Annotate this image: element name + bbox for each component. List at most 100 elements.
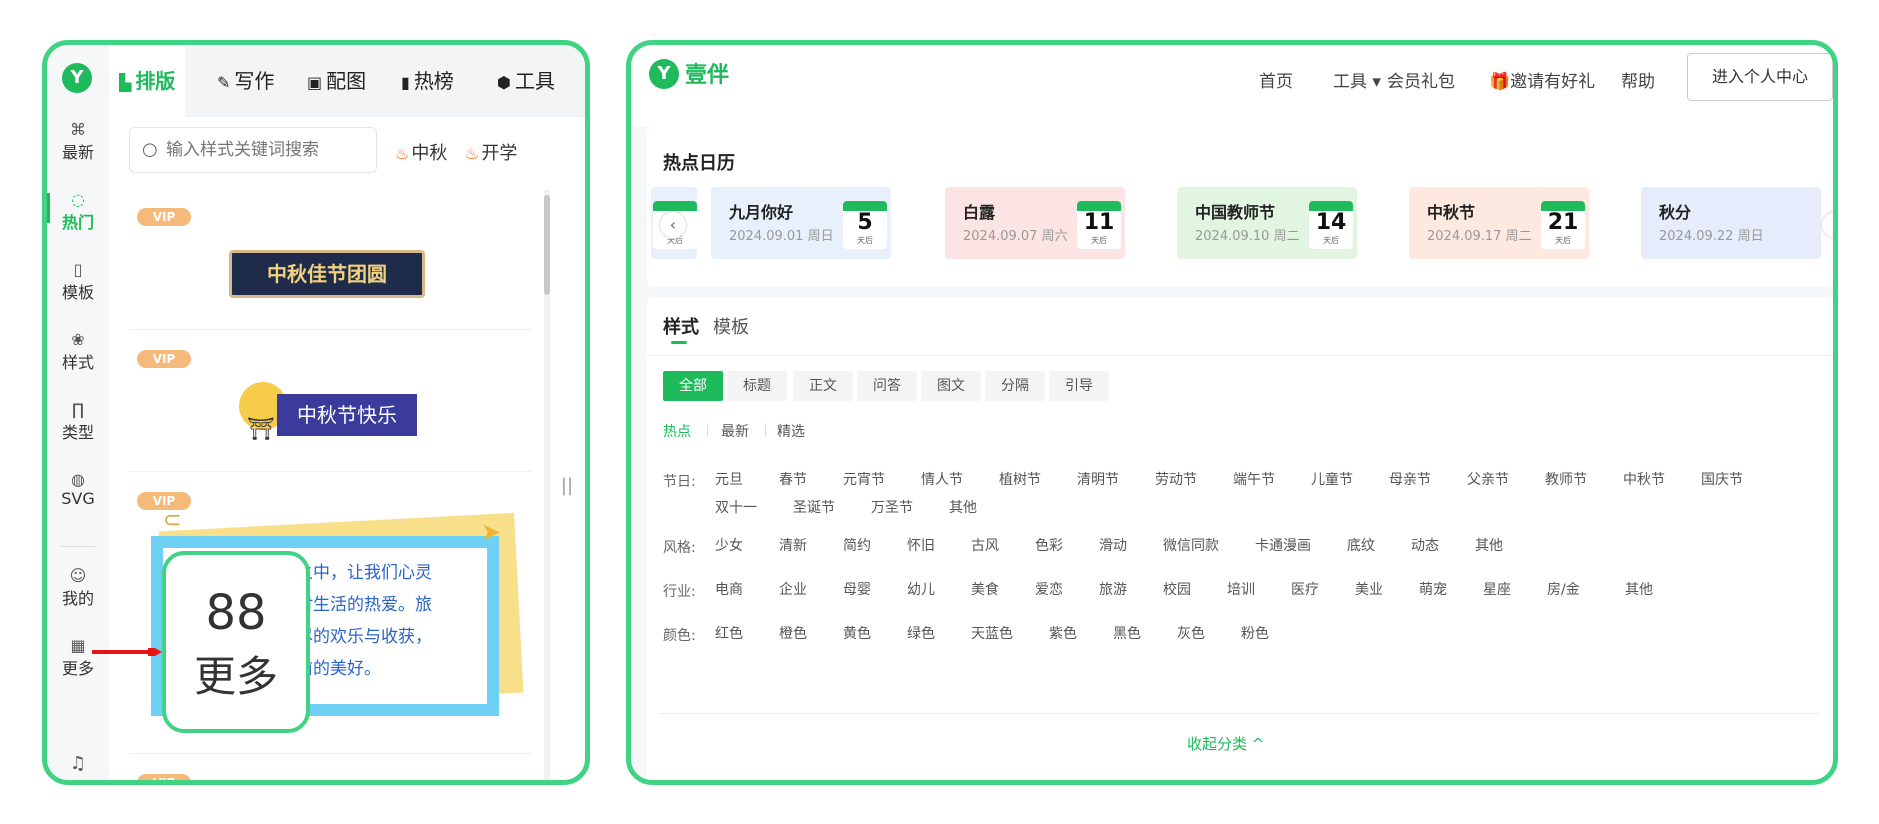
- brand-name[interactable]: 壹伴: [685, 57, 729, 89]
- category-item[interactable]: 春节: [779, 469, 807, 489]
- category-item[interactable]: 双十一: [715, 497, 757, 517]
- category-item[interactable]: 底纹: [1347, 535, 1375, 555]
- category-item[interactable]: 黄色: [843, 623, 871, 643]
- filter-chip-0[interactable]: 全部: [663, 371, 723, 401]
- style-card-1[interactable]: VIP 中秋佳节团圆: [129, 190, 531, 330]
- category-item[interactable]: 旅游: [1099, 579, 1127, 599]
- category-item[interactable]: 粉色: [1241, 623, 1269, 643]
- category-item[interactable]: 少女: [715, 535, 743, 555]
- category-item[interactable]: 橙色: [779, 623, 807, 643]
- calendar-item-5[interactable]: 秋分 2024.09.22 周日: [1641, 187, 1821, 259]
- style-card-2[interactable]: VIP 中秋节快乐 ⛩: [129, 332, 531, 472]
- category-item[interactable]: 美食: [971, 579, 999, 599]
- filter-chip-3[interactable]: 问答: [857, 371, 917, 401]
- rail-item-1[interactable]: ◌ 热门: [47, 191, 109, 233]
- category-item[interactable]: 电商: [715, 579, 743, 599]
- category-item[interactable]: 幼儿: [907, 579, 935, 599]
- category-item[interactable]: 动态: [1411, 535, 1439, 555]
- filter-chip-5[interactable]: 分隔: [985, 371, 1045, 401]
- category-item[interactable]: 黑色: [1113, 623, 1141, 643]
- subtab-2[interactable]: 精选: [777, 421, 805, 441]
- tab-1[interactable]: ✎ 写作: [217, 45, 274, 117]
- rail-item-6[interactable]: ☺ 我的: [47, 567, 109, 609]
- nav-item-3[interactable]: 🎁邀请有好礼: [1489, 67, 1595, 92]
- category-item[interactable]: 爱恋: [1035, 579, 1063, 599]
- category-item[interactable]: 滑动: [1099, 535, 1127, 555]
- filter-chip-4[interactable]: 图文: [921, 371, 981, 401]
- category-item[interactable]: 父亲节: [1467, 469, 1509, 489]
- category-item[interactable]: 星座: [1483, 579, 1511, 599]
- tab-2[interactable]: ▣ 配图: [307, 45, 366, 117]
- category-item[interactable]: 微信同款: [1163, 535, 1219, 555]
- category-item[interactable]: 端午节: [1233, 469, 1275, 489]
- category-item[interactable]: 植树节: [999, 469, 1041, 489]
- category-item[interactable]: 其他: [949, 497, 977, 517]
- rail-item-4[interactable]: ∏ 类型: [47, 401, 109, 443]
- category-item[interactable]: 清新: [779, 535, 807, 555]
- category-item[interactable]: 其他: [1625, 579, 1653, 599]
- category-item[interactable]: 清明节: [1077, 469, 1119, 489]
- tab-template[interactable]: 模板: [713, 313, 749, 339]
- category-item[interactable]: 万圣节: [871, 497, 913, 517]
- nav-item-2[interactable]: 会员礼包: [1387, 67, 1455, 92]
- category-item[interactable]: 国庆节: [1701, 469, 1743, 489]
- category-item[interactable]: 美业: [1355, 579, 1383, 599]
- style-card-4[interactable]: VIP: [129, 756, 531, 780]
- tab-3[interactable]: ▮ 热榜: [401, 45, 454, 117]
- calendar-item-4[interactable]: 中秋节 2024.09.17 周二 21 天后: [1409, 187, 1589, 259]
- category-item[interactable]: 紫色: [1049, 623, 1077, 643]
- calendar-item-1[interactable]: 九月你好 2024.09.01 周日 5 天后: [711, 187, 891, 259]
- category-item[interactable]: 灰色: [1177, 623, 1205, 643]
- nav-item-1[interactable]: 工具 ▾: [1333, 67, 1381, 92]
- category-item[interactable]: 圣诞节: [793, 497, 835, 517]
- category-item[interactable]: 古风: [971, 535, 999, 555]
- hot-tag-1[interactable]: ♨ 开学: [465, 139, 517, 165]
- style-search[interactable]: ○: [129, 127, 377, 173]
- subtab-0[interactable]: 热点: [663, 421, 691, 441]
- tab-4[interactable]: ⬢ 工具: [497, 45, 555, 117]
- category-item[interactable]: 怀旧: [907, 535, 935, 555]
- calendar-next-button[interactable]: ›: [1821, 211, 1833, 239]
- category-item[interactable]: 培训: [1227, 579, 1255, 599]
- category-item[interactable]: 中秋节: [1623, 469, 1665, 489]
- subtab-1[interactable]: 最新: [721, 421, 749, 441]
- search-input[interactable]: [166, 136, 366, 164]
- category-item[interactable]: 母亲节: [1389, 469, 1431, 489]
- collapse-categories-button[interactable]: 收起分类 ^: [1187, 733, 1264, 754]
- calendar-prev-button[interactable]: ‹: [659, 211, 687, 239]
- rail-item-3[interactable]: ❀ 样式: [47, 331, 109, 373]
- category-item[interactable]: 企业: [779, 579, 807, 599]
- category-item[interactable]: 元宵节: [843, 469, 885, 489]
- hot-tag-0[interactable]: ♨ 中秋: [395, 139, 447, 165]
- category-item[interactable]: 医疗: [1291, 579, 1319, 599]
- nav-item-4[interactable]: 帮助: [1621, 67, 1655, 92]
- rail-item-5[interactable]: ◍ SVG: [47, 471, 109, 509]
- calendar-item-2[interactable]: 白露 2024.09.07 周六 11 天后: [945, 187, 1125, 259]
- brand-logo-icon[interactable]: Y: [649, 59, 679, 89]
- rail-item-0[interactable]: ⌘ 最新: [47, 121, 109, 163]
- category-item[interactable]: 母婴: [843, 579, 871, 599]
- category-item[interactable]: 红色: [715, 623, 743, 643]
- category-item[interactable]: 元旦: [715, 469, 743, 489]
- filter-chip-1[interactable]: 标题: [727, 371, 787, 401]
- category-item[interactable]: 劳动节: [1155, 469, 1197, 489]
- category-item[interactable]: 卡通漫画: [1255, 535, 1311, 555]
- category-item[interactable]: 其他: [1475, 535, 1503, 555]
- category-item[interactable]: 儿童节: [1311, 469, 1353, 489]
- headset-icon[interactable]: ♫: [47, 753, 109, 774]
- filter-chip-6[interactable]: 引导: [1049, 371, 1109, 401]
- category-item[interactable]: 情人节: [921, 469, 963, 489]
- category-item[interactable]: 教师节: [1545, 469, 1587, 489]
- enter-user-center-button[interactable]: 进入个人中心: [1687, 53, 1833, 101]
- rail-item-7[interactable]: ▦ 更多: [47, 637, 109, 679]
- nav-item-0[interactable]: 首页: [1259, 67, 1293, 92]
- tab-style[interactable]: 样式: [663, 313, 699, 339]
- resize-handle[interactable]: ||: [557, 475, 577, 515]
- category-item[interactable]: 绿色: [907, 623, 935, 643]
- category-item[interactable]: 简约: [843, 535, 871, 555]
- filter-chip-2[interactable]: 正文: [793, 371, 853, 401]
- rail-item-2[interactable]: ▯ 模板: [47, 261, 109, 303]
- category-item[interactable]: 萌宠: [1419, 579, 1447, 599]
- category-item[interactable]: 校园: [1163, 579, 1191, 599]
- scrollbar-thumb[interactable]: [544, 195, 550, 295]
